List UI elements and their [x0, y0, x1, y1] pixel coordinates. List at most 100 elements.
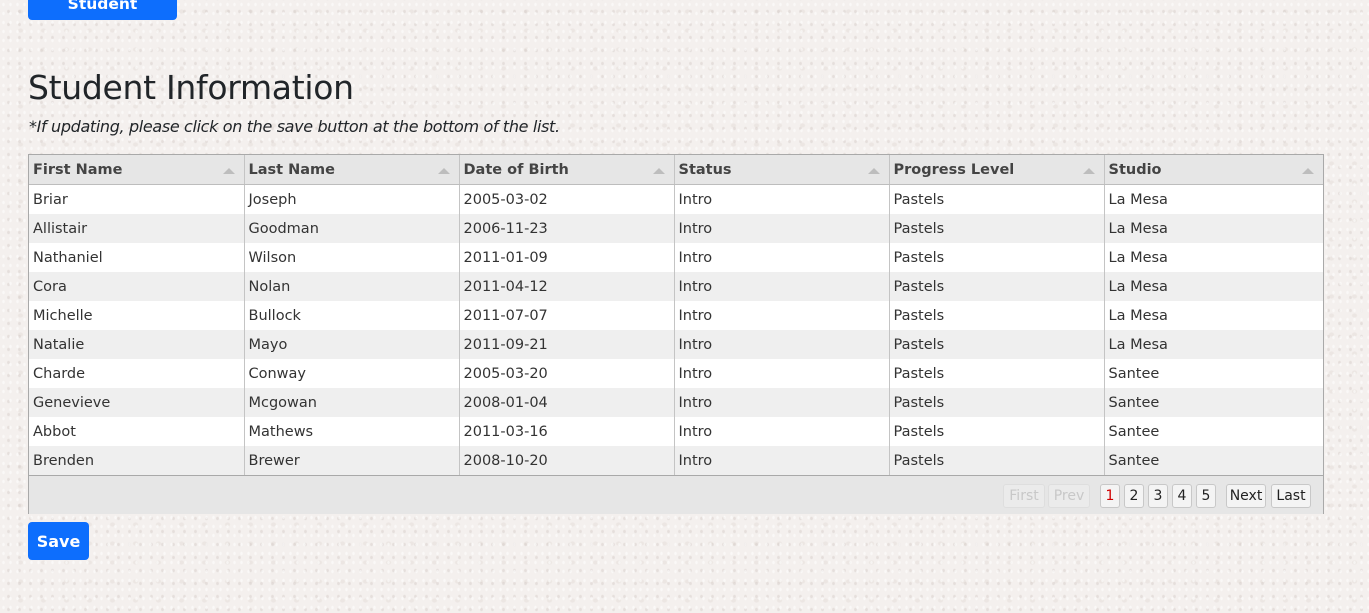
table-row[interactable]: Briar Joseph 2005-03-02 Intro Pastels La Mesa: [29, 184, 1323, 214]
column-header-last-name[interactable]: Last Name: [244, 155, 460, 185]
cell-studio: La Mesa: [1104, 184, 1323, 214]
column-header-date-of-birth[interactable]: Date of Birth: [459, 155, 675, 185]
column-header-status[interactable]: Status: [674, 155, 890, 185]
register-student-button[interactable]: Register Student: [28, 0, 177, 20]
pagination-bar: First Prev 1 2 3 4 5 Next Last: [29, 475, 1323, 514]
update-note: *If updating, please click on the save b…: [29, 117, 560, 136]
cell-status: Intro: [674, 388, 890, 417]
cell-progress-level: Pastels: [889, 301, 1105, 330]
cell-last-name: Nolan: [244, 272, 460, 301]
page-button-4[interactable]: 4: [1172, 484, 1192, 508]
sort-ascending-icon[interactable]: [222, 168, 235, 174]
cell-status: Intro: [674, 446, 890, 475]
cell-status: Intro: [674, 243, 890, 272]
next-page-button[interactable]: Next: [1226, 484, 1266, 508]
sort-ascending-icon[interactable]: [1302, 168, 1314, 174]
column-label: Progress Level: [893, 161, 1015, 178]
cell-last-name: Goodman: [244, 214, 460, 243]
cell-studio: Santee: [1104, 417, 1323, 446]
table-row[interactable]: Nathaniel Wilson 2011-01-09 Intro Pastels La …: [29, 243, 1323, 272]
cell-first-name: Cora: [29, 272, 245, 301]
table-body: Briar Joseph 2005-03-02 Intro Pastels La Mesa…: [29, 184, 1323, 475]
cell-date-of-birth: 2005-03-20: [459, 359, 675, 388]
cell-status: Intro: [674, 330, 890, 359]
page-button-5[interactable]: 5: [1196, 484, 1216, 508]
cell-date-of-birth: 2011-01-09: [459, 243, 675, 272]
cell-status: Intro: [674, 214, 890, 243]
cell-progress-level: Pastels: [889, 330, 1105, 359]
cell-progress-level: Pastels: [889, 417, 1105, 446]
cell-status: Intro: [674, 272, 890, 301]
first-page-button[interactable]: First: [1003, 484, 1045, 508]
column-label: Last Name: [248, 161, 336, 178]
cell-progress-level: Pastels: [889, 359, 1105, 388]
column-header-studio[interactable]: Studio: [1104, 155, 1323, 185]
cell-status: Intro: [674, 184, 890, 214]
table-row[interactable]: Allistair Goodman 2006-11-23 Intro Pastels La…: [29, 214, 1323, 243]
last-page-button[interactable]: Last: [1271, 484, 1311, 508]
prev-page-button[interactable]: Prev: [1048, 484, 1090, 508]
cell-studio: Santee: [1104, 359, 1323, 388]
cell-first-name: Allistair: [29, 214, 245, 243]
cell-last-name: Mcgowan: [244, 388, 460, 417]
page-button-1[interactable]: 1: [1100, 484, 1120, 508]
table-header-row: First Name Last Name Date of Birth Statu…: [29, 155, 1323, 185]
table-row[interactable]: Brenden Brewer 2008-10-20 Intro Pastels Sante…: [29, 446, 1323, 475]
cell-studio: La Mesa: [1104, 214, 1323, 243]
cell-status: Intro: [674, 359, 890, 388]
cell-date-of-birth: 2008-01-04: [459, 388, 675, 417]
table-row[interactable]: Natalie Mayo 2011-09-21 Intro Pastels La Mesa: [29, 330, 1323, 359]
cell-studio: Santee: [1104, 388, 1323, 417]
column-label: Studio: [1108, 161, 1162, 178]
column-label: Status: [678, 161, 732, 178]
cell-progress-level: Pastels: [889, 243, 1105, 272]
cell-last-name: Brewer: [244, 446, 460, 475]
student-table-container: First Name Last Name Date of Birth Statu…: [28, 154, 1324, 514]
sort-ascending-icon[interactable]: [867, 168, 880, 174]
cell-date-of-birth: 2005-03-02: [459, 184, 675, 214]
cell-first-name: Charde: [29, 359, 245, 388]
table-row[interactable]: Michelle Bullock 2011-07-07 Intro Pastels La …: [29, 301, 1323, 330]
cell-studio: Santee: [1104, 446, 1323, 475]
table-row[interactable]: Charde Conway 2005-03-20 Intro Pastels Santee: [29, 359, 1323, 388]
cell-studio: La Mesa: [1104, 301, 1323, 330]
page-button-3[interactable]: 3: [1148, 484, 1168, 508]
cell-last-name: Mathews: [244, 417, 460, 446]
cell-date-of-birth: 2011-09-21: [459, 330, 675, 359]
cell-studio: La Mesa: [1104, 330, 1323, 359]
cell-last-name: Joseph: [244, 184, 460, 214]
cell-last-name: Conway: [244, 359, 460, 388]
cell-date-of-birth: 2011-07-07: [459, 301, 675, 330]
cell-last-name: Mayo: [244, 330, 460, 359]
table-row[interactable]: Abbot Mathews 2011-03-16 Intro Pastels Santee: [29, 417, 1323, 446]
cell-studio: La Mesa: [1104, 272, 1323, 301]
cell-studio: La Mesa: [1104, 243, 1323, 272]
table-row[interactable]: Cora Nolan 2011-04-12 Intro Pastels La Mesa: [29, 272, 1323, 301]
cell-first-name: Natalie: [29, 330, 245, 359]
cell-date-of-birth: 2006-11-23: [459, 214, 675, 243]
table-row[interactable]: Genevieve Mcgowan 2008-01-04 Intro Pastels Sa…: [29, 388, 1323, 417]
cell-progress-level: Pastels: [889, 446, 1105, 475]
column-label: First Name: [33, 161, 123, 178]
column-header-first-name[interactable]: First Name: [29, 155, 245, 185]
cell-last-name: Wilson: [244, 243, 460, 272]
cell-date-of-birth: 2011-03-16: [459, 417, 675, 446]
cell-first-name: Briar: [29, 184, 245, 214]
sort-ascending-icon[interactable]: [437, 168, 450, 174]
cell-date-of-birth: 2011-04-12: [459, 272, 675, 301]
cell-first-name: Michelle: [29, 301, 245, 330]
student-table: First Name Last Name Date of Birth Statu…: [29, 155, 1323, 475]
cell-progress-level: Pastels: [889, 272, 1105, 301]
page-button-2[interactable]: 2: [1124, 484, 1144, 508]
sort-ascending-icon[interactable]: [652, 168, 665, 174]
cell-progress-level: Pastels: [889, 184, 1105, 214]
save-button[interactable]: Save: [28, 522, 89, 560]
cell-first-name: Brenden: [29, 446, 245, 475]
cell-date-of-birth: 2008-10-20: [459, 446, 675, 475]
cell-progress-level: Pastels: [889, 388, 1105, 417]
cell-first-name: Abbot: [29, 417, 245, 446]
page-title: Student Information: [28, 68, 354, 107]
column-header-progress-level[interactable]: Progress Level: [889, 155, 1105, 185]
sort-ascending-icon[interactable]: [1082, 168, 1095, 174]
cell-first-name: Nathaniel: [29, 243, 245, 272]
